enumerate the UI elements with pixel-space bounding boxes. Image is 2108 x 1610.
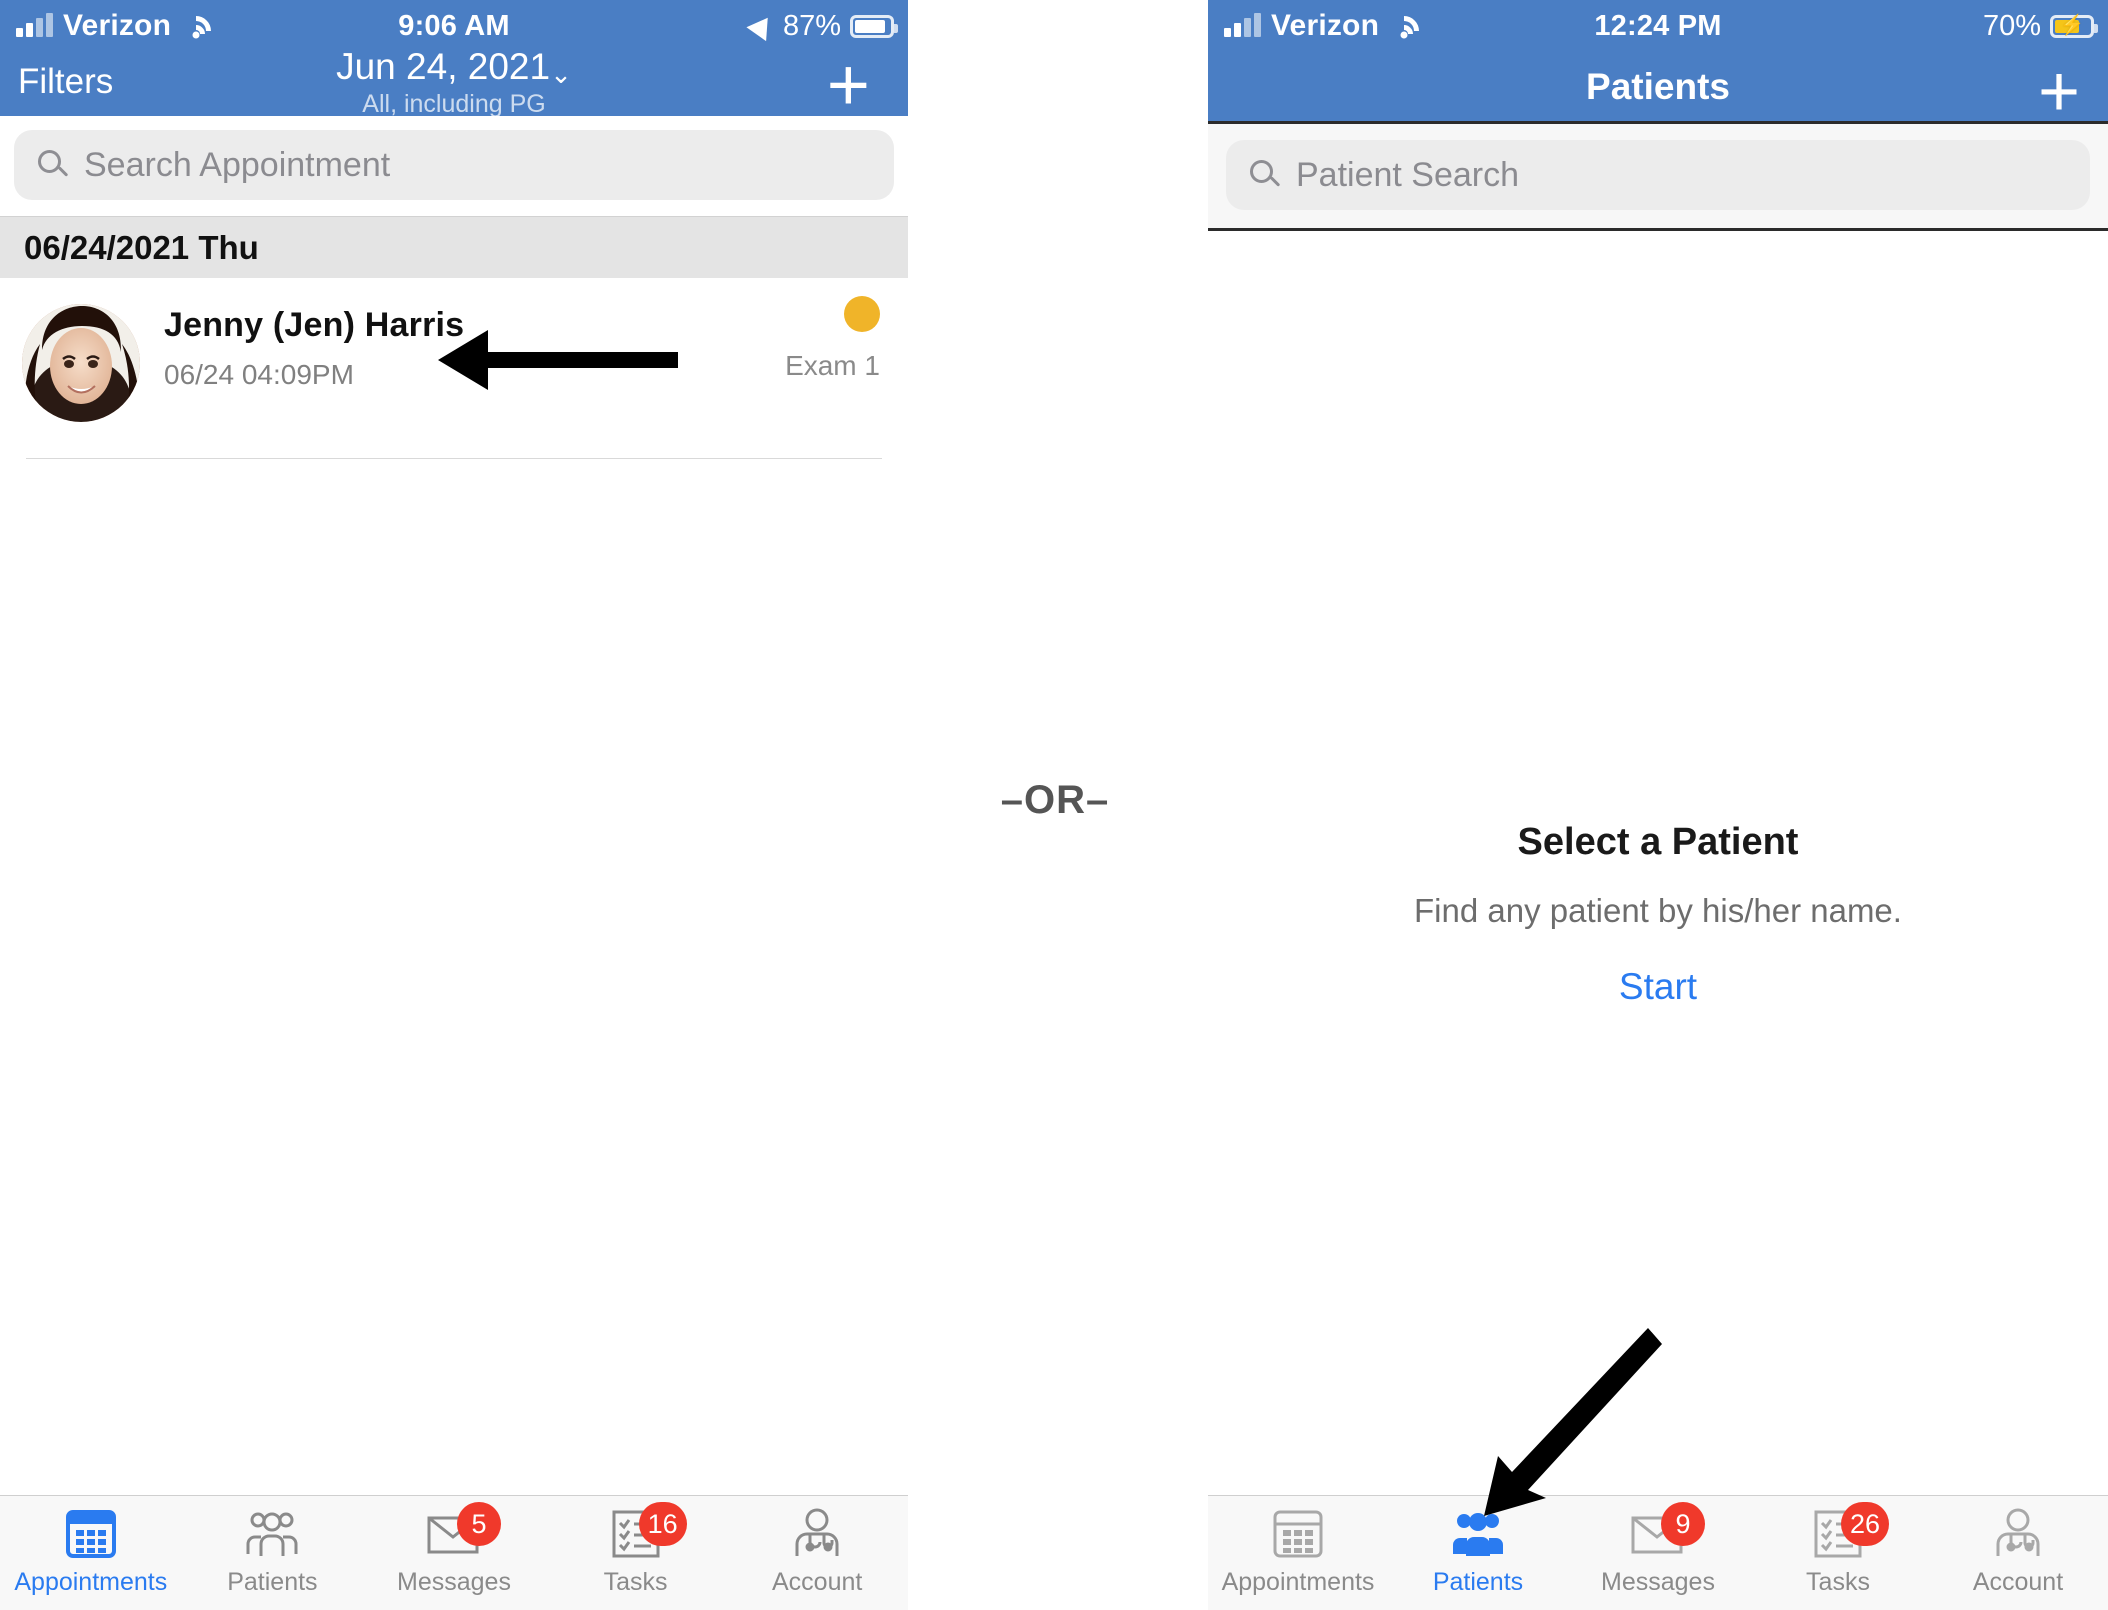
date-section-header: 06/24/2021 Thu (0, 216, 908, 278)
status-badge (844, 296, 880, 332)
avatar-photo (22, 304, 140, 422)
tab-account[interactable]: Account (726, 1496, 908, 1610)
start-link[interactable]: Start (1208, 966, 2108, 1008)
people-icon (241, 1506, 303, 1564)
envelope-icon: 5 (423, 1502, 501, 1564)
doctor-icon (786, 1506, 848, 1564)
patient-avatar[interactable] (22, 304, 140, 422)
doctor-icon (1987, 1506, 2049, 1564)
messages-badge: 5 (456, 1502, 501, 1546)
status-bar-right: Verizon 12:24 PM 70% ⚡ (1208, 0, 2108, 53)
battery-charging-icon: ⚡ (2050, 14, 2098, 38)
status-bar-left: Verizon 9:06 AM 87% (0, 0, 908, 53)
screenshot-stage: Verizon 9:06 AM 87% Filters Jun 24, 2021… (0, 0, 2108, 1610)
calendar-icon (1267, 1506, 1329, 1564)
appointment-room: Exam 1 (785, 350, 880, 381)
battery-percent-label: 70% (1982, 9, 2041, 42)
tab-label: Account (772, 1568, 863, 1596)
tasks-badge: 16 (638, 1502, 687, 1546)
nav-bar-patients: Patients + (1208, 52, 2108, 128)
battery-percent-label: 87% (782, 9, 841, 42)
date-label: Jun 24, 2021 (336, 46, 551, 87)
tab-label: Messages (397, 1568, 511, 1596)
empty-state: Select a Patient Find any patient by his… (1208, 821, 2108, 1008)
tab-tasks[interactable]: 26 Tasks (1748, 1496, 1928, 1610)
date-title[interactable]: Jun 24, 2021⌄ (0, 46, 908, 89)
search-icon (38, 150, 69, 180)
tab-label: Appointments (14, 1568, 168, 1596)
calendar-icon (60, 1506, 122, 1564)
tab-bar-right: Appointments Patients 9 Messages 26 Task… (1208, 1495, 2108, 1610)
tab-appointments[interactable]: Appointments (1208, 1496, 1388, 1610)
search-placeholder: Patient Search (1296, 155, 1520, 194)
nav-bar-appointments: Filters Jun 24, 2021⌄ All, including PG … (0, 46, 908, 122)
filter-subtitle: All, including PG (362, 90, 546, 118)
or-divider-label: –OR– (1000, 778, 1110, 822)
search-appointment-input[interactable]: Search Appointment (14, 130, 894, 200)
tab-bar-left: Appointments Patients 5 Messages 16 Task… (0, 1495, 908, 1610)
empty-state-subtitle: Find any patient by his/her name. (1414, 892, 1902, 929)
add-appointment-button[interactable]: + (827, 48, 870, 122)
envelope-icon: 9 (1627, 1502, 1705, 1564)
tab-appointments[interactable]: Appointments (0, 1496, 182, 1610)
appointment-details: Jenny (Jen) Harris 06/24 04:09PM (140, 296, 882, 458)
checklist-icon: 26 (1807, 1502, 1890, 1564)
status-bar-right-group: 70% ⚡ (1982, 9, 2098, 43)
tab-label: Messages (1601, 1568, 1715, 1596)
appointment-row[interactable]: Jenny (Jen) Harris 06/24 04:09PM Exam 1 (0, 278, 908, 458)
location-arrow-icon (746, 10, 778, 42)
chevron-down-icon: ⌄ (550, 59, 572, 89)
page-title: Patients (1586, 66, 1730, 107)
appointments-screen: Verizon 9:06 AM 87% Filters Jun 24, 2021… (0, 0, 908, 1610)
status-bar-right-group: 87% (746, 9, 898, 43)
appointment-meta: Exam 1 (785, 296, 880, 382)
patient-name: Jenny (Jen) Harris (164, 306, 465, 344)
tab-label: Tasks (603, 1568, 668, 1596)
tab-messages[interactable]: 9 Messages (1568, 1496, 1748, 1610)
appointment-datetime: 06/24 04:09PM (164, 359, 354, 390)
battery-icon (850, 14, 898, 38)
patients-screen: Verizon 12:24 PM 70% ⚡ Patients + Patien… (1208, 0, 2108, 1610)
checklist-icon: 16 (605, 1502, 687, 1564)
tab-account[interactable]: Account (1928, 1496, 2108, 1610)
date-selector[interactable]: Jun 24, 2021⌄ All, including PG (0, 46, 908, 119)
status-time: 12:24 PM (1594, 9, 1722, 42)
list-divider (26, 458, 882, 459)
search-icon (1250, 160, 1281, 190)
search-container-left: Search Appointment (0, 116, 908, 216)
tab-patients[interactable]: Patients (1388, 1496, 1568, 1610)
tab-label: Patients (227, 1568, 318, 1596)
messages-badge: 9 (1661, 1502, 1705, 1546)
tab-messages[interactable]: 5 Messages (363, 1496, 545, 1610)
add-patient-button[interactable]: + (2038, 56, 2080, 128)
search-container-right: Patient Search (1208, 124, 2108, 231)
tab-tasks[interactable]: 16 Tasks (545, 1496, 727, 1610)
tab-label: Appointments (1221, 1568, 1375, 1596)
people-icon (1447, 1506, 1509, 1564)
empty-state-title: Select a Patient (1517, 821, 1799, 863)
tab-label: Patients (1432, 1568, 1524, 1596)
tasks-badge: 26 (1841, 1502, 1890, 1546)
tab-patients[interactable]: Patients (182, 1496, 364, 1610)
search-placeholder: Search Appointment (84, 145, 391, 184)
tab-label: Tasks (1806, 1568, 1870, 1596)
tab-label: Account (1972, 1568, 2064, 1596)
patient-search-input[interactable]: Patient Search (1226, 140, 2090, 210)
